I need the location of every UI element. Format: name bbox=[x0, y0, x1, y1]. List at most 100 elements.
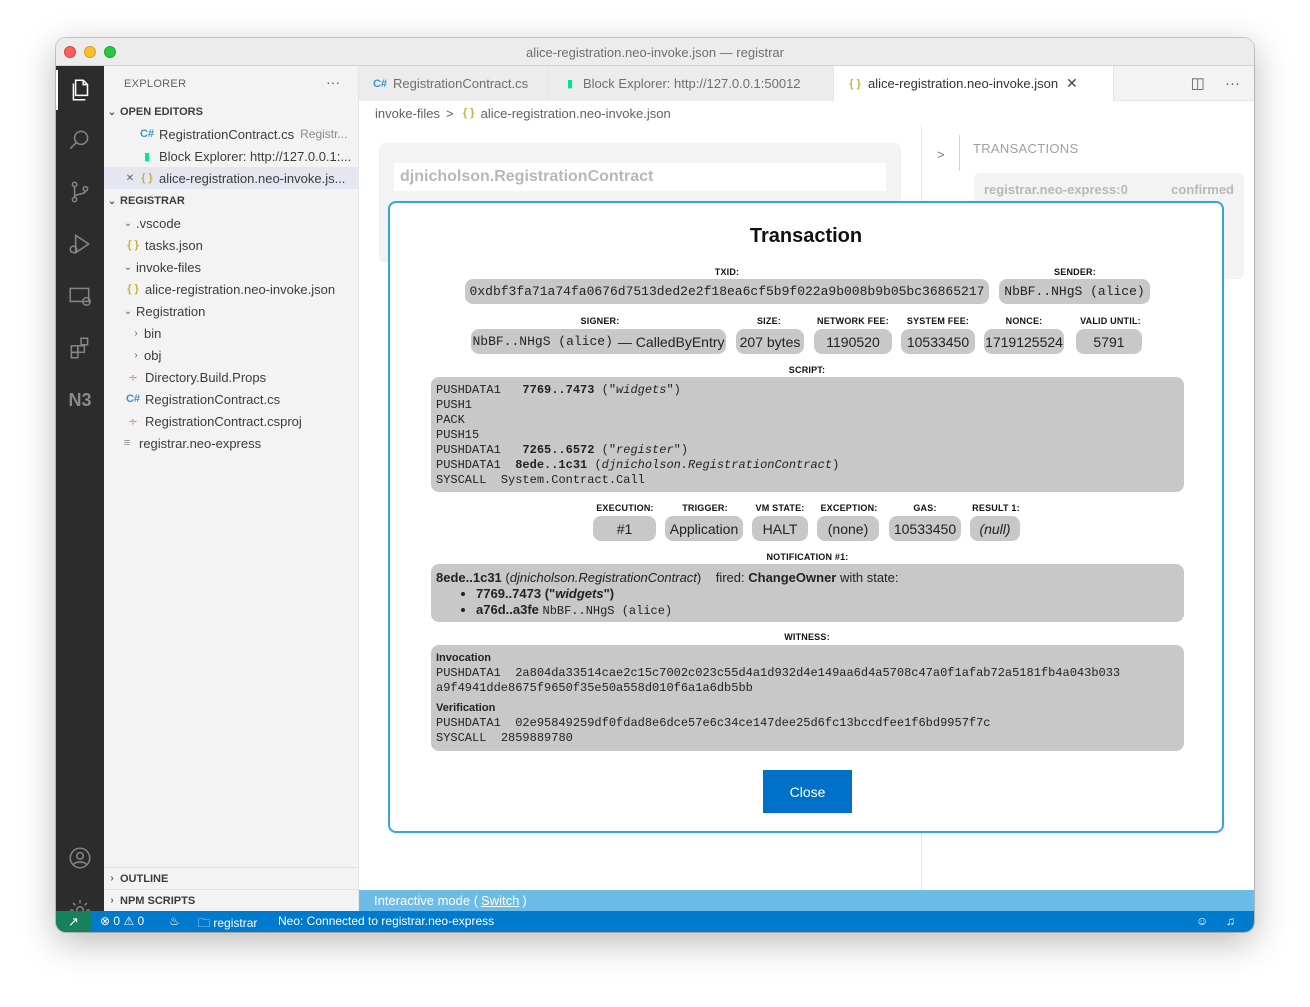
rss-file-icon: ∻ bbox=[128, 371, 138, 384]
title-bar: alice-registration.neo-invoke.json — reg… bbox=[56, 38, 1254, 66]
explorer-icon[interactable] bbox=[56, 70, 104, 110]
run-debug-icon[interactable] bbox=[56, 224, 104, 264]
chevron-right-icon: › bbox=[134, 349, 138, 361]
csharp-file-icon: C# bbox=[139, 128, 155, 140]
feedback-icon[interactable]: ☺ bbox=[1196, 914, 1208, 928]
tree-folder[interactable]: › obj bbox=[104, 344, 359, 366]
gas-label: GAS: bbox=[913, 503, 937, 513]
vm-state-value: HALT bbox=[752, 516, 808, 541]
notifications-bell-icon[interactable]: ♫ bbox=[1226, 914, 1235, 928]
tree-file[interactable]: ∻ RegistrationContract.csproj bbox=[104, 410, 359, 432]
json-file-icon: { } bbox=[462, 107, 475, 119]
neo-n3-icon[interactable]: N3 bbox=[56, 380, 104, 420]
script-label: SCRIPT: bbox=[788, 365, 826, 375]
open-editor-item[interactable]: ▮ Block Explorer: http://127.0.0.1:... bbox=[104, 145, 359, 167]
tree-label: Directory.Build.Props bbox=[145, 369, 267, 385]
breadcrumb-file[interactable]: alice-registration.neo-invoke.json bbox=[481, 106, 671, 121]
network-fee-label: NETWORK FEE: bbox=[817, 316, 889, 326]
tab-label: Block Explorer: http://127.0.0.1:50012 bbox=[583, 76, 801, 91]
tab-registration-contract[interactable]: C# RegistrationContract.cs bbox=[359, 66, 549, 101]
chevron-right-icon[interactable]: > bbox=[937, 147, 945, 162]
network-fee-value: 1190520 bbox=[814, 329, 892, 354]
remote-explorer-icon[interactable] bbox=[56, 276, 104, 316]
signer-scope: — CalledByEntry bbox=[617, 333, 725, 350]
accounts-icon[interactable] bbox=[56, 838, 104, 878]
tab-invoke-json[interactable]: { } alice-registration.neo-invoke.json ✕ bbox=[834, 66, 1114, 101]
status-bar: ↗ ⊗ 0 ⚠ 0 ♨ 🗀 registrar Neo: Connected t… bbox=[56, 911, 1254, 932]
registrar-section[interactable]: ⌄ REGISTRAR bbox=[104, 190, 359, 212]
close-icon[interactable]: ✕ bbox=[122, 173, 138, 184]
execution-label: EXECUTION: bbox=[596, 503, 654, 513]
tab-block-explorer[interactable]: ▮ Block Explorer: http://127.0.0.1:50012 bbox=[549, 66, 834, 101]
tab-label: RegistrationContract.cs bbox=[393, 76, 529, 91]
rss-file-icon: ∻ bbox=[128, 415, 138, 428]
signer-label: SIGNER: bbox=[580, 316, 620, 326]
divider bbox=[959, 135, 960, 171]
problems-indicator[interactable]: ⊗ 0 ⚠ 0 bbox=[100, 914, 144, 928]
split-editor-icon[interactable]: ◫ bbox=[1191, 75, 1205, 92]
script-block: PUSHDATA1 7769..7473 ("widgets") PUSH1 P… bbox=[431, 377, 1184, 492]
tree-folder[interactable]: › bin bbox=[104, 322, 359, 344]
tab-label: alice-registration.neo-invoke.json bbox=[868, 76, 1059, 91]
explorer-title: EXPLORER bbox=[124, 78, 187, 90]
open-editor-label: alice-registration.neo-invoke.js... bbox=[159, 170, 346, 186]
window-title: alice-registration.neo-invoke.json — reg… bbox=[526, 45, 784, 60]
explorer-sidebar: EXPLORER ··· ⌄ OPEN EDITORS C# Registrat… bbox=[104, 66, 359, 911]
remote-indicator-icon[interactable]: ↗ bbox=[56, 911, 91, 932]
close-icon[interactable]: ✕ bbox=[1066, 75, 1078, 92]
system-fee-value: 10533450 bbox=[901, 329, 975, 354]
tree-label: .vscode bbox=[136, 215, 181, 231]
chevron-down-icon: ⌄ bbox=[123, 305, 133, 317]
tree-file[interactable]: ∻ Directory.Build.Props bbox=[104, 366, 359, 388]
outline-section[interactable]: › OUTLINE bbox=[104, 867, 359, 889]
open-editor-label: RegistrationContract.cs bbox=[159, 126, 295, 142]
switch-link[interactable]: Switch bbox=[481, 893, 519, 908]
neo-connection-status[interactable]: Neo: Connected to registrar.neo-express bbox=[278, 914, 494, 928]
tree-label: registrar.neo-express bbox=[139, 435, 262, 451]
chevron-down-icon: ⌄ bbox=[107, 195, 117, 207]
witness-block: Invocation PUSHDATA1 2a804da33514cae2c15… bbox=[431, 645, 1184, 751]
modal-title: Transaction bbox=[749, 225, 863, 247]
tree-folder[interactable]: ⌄ Registration bbox=[104, 300, 359, 322]
error-count: 0 bbox=[113, 914, 121, 928]
more-actions-icon[interactable]: ··· bbox=[326, 74, 340, 90]
chevron-down-icon: ⌄ bbox=[123, 261, 133, 273]
exception-value: (none) bbox=[817, 516, 879, 541]
contract-name-field[interactable]: djnicholson.RegistrationContract bbox=[394, 163, 886, 191]
exception-label: EXCEPTION: bbox=[820, 503, 878, 513]
tree-label: bin bbox=[144, 325, 162, 341]
neo-logo-icon: ▮ bbox=[566, 78, 574, 90]
folder-label: registrar bbox=[213, 916, 258, 930]
flame-icon[interactable]: ♨ bbox=[169, 914, 180, 928]
close-button[interactable]: Close bbox=[763, 770, 852, 813]
npm-scripts-section[interactable]: › NPM SCRIPTS bbox=[104, 889, 359, 911]
tree-folder[interactable]: ⌄ invoke-files bbox=[104, 256, 359, 278]
transactions-title: TRANSACTIONS bbox=[973, 141, 1079, 156]
transaction-modal: Transaction TXID: SENDER: 0xdbf3fa71a74f… bbox=[388, 201, 1224, 833]
chevron-right-icon: › bbox=[110, 873, 114, 884]
tree-file[interactable]: ≡ registrar.neo-express bbox=[104, 432, 359, 454]
valid-until-label: VALID UNTIL: bbox=[1080, 316, 1141, 326]
extensions-icon[interactable] bbox=[56, 328, 104, 368]
chevron-down-icon: ⌄ bbox=[107, 106, 117, 118]
tree-label: alice-registration.neo-invoke.json bbox=[145, 281, 336, 297]
tree-folder[interactable]: ⌄ .vscode bbox=[104, 212, 359, 234]
chevron-right-icon: › bbox=[110, 895, 114, 906]
tree-file[interactable]: { } tasks.json bbox=[104, 234, 359, 256]
open-editors-title: OPEN EDITORS bbox=[120, 106, 203, 118]
trigger-label: TRIGGER: bbox=[682, 503, 728, 513]
tree-file[interactable]: { } alice-registration.neo-invoke.json bbox=[104, 278, 359, 300]
txid-label: TXID: bbox=[714, 267, 740, 277]
open-editors-section[interactable]: ⌄ OPEN EDITORS bbox=[104, 101, 359, 123]
tree-label: obj bbox=[144, 347, 162, 363]
warning-icon: ⚠ bbox=[123, 914, 135, 928]
source-control-icon[interactable] bbox=[56, 172, 104, 212]
workspace-folder[interactable]: 🗀 registrar bbox=[198, 914, 257, 932]
open-editor-item-active[interactable]: ✕ { } alice-registration.neo-invoke.js..… bbox=[104, 167, 359, 189]
open-editor-item[interactable]: C# RegistrationContract.cs Registr... bbox=[104, 123, 359, 145]
json-file-icon: { } bbox=[141, 172, 153, 184]
search-icon[interactable] bbox=[56, 120, 104, 160]
tree-file[interactable]: C# RegistrationContract.cs bbox=[104, 388, 359, 410]
breadcrumb-folder[interactable]: invoke-files bbox=[375, 106, 440, 121]
more-actions-icon[interactable]: ··· bbox=[1225, 75, 1240, 92]
